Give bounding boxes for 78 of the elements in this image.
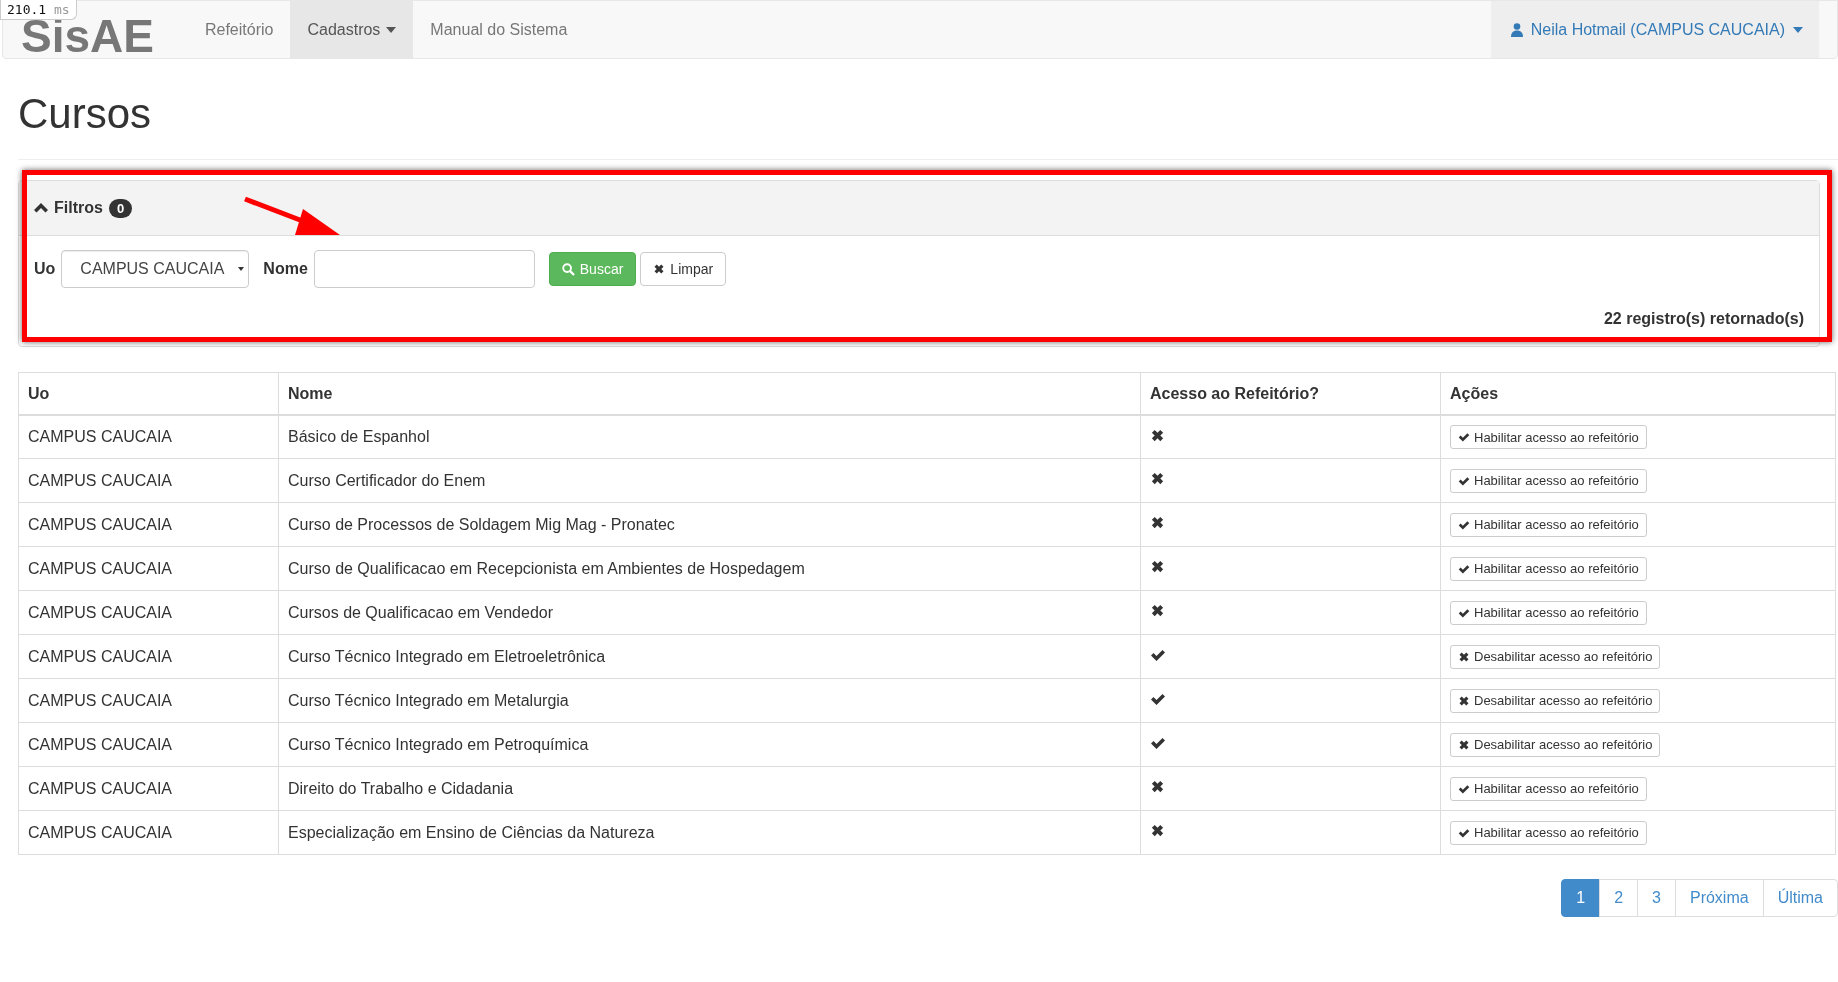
table-cell: CAMPUS CAUCAIA	[18, 634, 279, 679]
table-cell: CAMPUS CAUCAIA	[18, 678, 279, 723]
chevron-up-icon[interactable]	[34, 203, 48, 214]
nav-item[interactable]: Cadastros	[290, 1, 414, 58]
close-icon	[653, 263, 666, 276]
table-cell: Curso Técnico Integrado em Petroquímica	[278, 722, 1141, 767]
user-menu[interactable]: Neila Hotmail (CAMPUS CAUCAIA)	[1490, 1, 1819, 58]
toggle-access-button[interactable]: Desabilitar acesso ao refeitório	[1450, 688, 1661, 713]
toggle-access-button[interactable]: Habilitar acesso ao refeitório	[1450, 820, 1647, 845]
toggle-access-button[interactable]: Habilitar acesso ao refeitório	[1450, 556, 1647, 581]
close-icon	[1458, 738, 1470, 751]
uo-label: Uo	[34, 260, 56, 279]
nav-item[interactable]: Refeitório	[187, 1, 291, 58]
caret-icon	[386, 26, 397, 33]
close-icon	[1150, 515, 1165, 531]
table-cell: Curso Técnico Integrado em Metalurgia	[278, 678, 1141, 723]
table-cell: CAMPUS CAUCAIA	[18, 546, 279, 591]
check-icon	[1458, 474, 1470, 487]
toggle-access-button[interactable]: Desabilitar acesso ao refeitório	[1450, 732, 1661, 757]
table-cell: Especialização em Ensino de Ciências da Natureza	[278, 810, 1141, 855]
caret-icon	[238, 267, 245, 272]
check-icon	[1458, 826, 1470, 839]
column-header: Uo	[18, 372, 279, 415]
nav-item[interactable]: Manual do Sistema	[413, 1, 585, 58]
page-link[interactable]: Última	[1762, 879, 1838, 918]
page-link[interactable]: 3	[1637, 879, 1676, 918]
toggle-access-button[interactable]: Habilitar acesso ao refeitório	[1450, 600, 1647, 625]
filter-count-badge: 0	[108, 198, 133, 218]
page-link[interactable]: Próxima	[1674, 879, 1764, 918]
table-cell: Curso de Qualificacao em Recepcionista em Ambientes de Hospedagem	[278, 546, 1141, 591]
check-icon	[1458, 606, 1470, 619]
toggle-access-button[interactable]: Habilitar acesso ao refeitório	[1450, 512, 1647, 537]
search-icon	[561, 262, 575, 276]
column-header: Acesso ao Refeitório?	[1140, 372, 1441, 415]
clear-button[interactable]: Limpar	[640, 252, 727, 287]
column-header: Ações	[1440, 372, 1836, 415]
close-icon	[1150, 779, 1165, 795]
result-count: 22 registro(s) retornado(s)	[1603, 310, 1804, 329]
table-cell: Cursos de Qualificacao em Vendedor	[278, 590, 1141, 635]
page-link[interactable]: 1	[1561, 879, 1601, 918]
toggle-access-button[interactable]: Habilitar acesso ao refeitório	[1450, 776, 1647, 801]
timing-badge: 210.1 ms	[0, 0, 77, 20]
nome-input-field[interactable]	[313, 250, 535, 289]
check-icon	[1458, 782, 1470, 795]
close-icon	[1150, 603, 1165, 619]
table-cell: CAMPUS CAUCAIA	[18, 458, 279, 503]
table-cell: Curso Técnico Integrado em Eletroeletrônica	[278, 634, 1141, 679]
table-cell: Básico de Espanhol	[278, 414, 1141, 459]
brand-logo[interactable]: SisAE	[21, 18, 154, 54]
table-cell: CAMPUS CAUCAIA	[18, 590, 279, 635]
filter-title[interactable]: Filtros	[54, 199, 103, 218]
toggle-access-button[interactable]: Habilitar acesso ao refeitório	[1450, 468, 1647, 493]
check-icon	[1458, 431, 1470, 444]
close-icon	[1150, 427, 1165, 443]
toggle-access-button[interactable]: Habilitar acesso ao refeitório	[1450, 425, 1647, 450]
close-icon	[1150, 471, 1165, 487]
close-icon	[1150, 823, 1165, 839]
close-icon	[1150, 559, 1165, 575]
page-title: Cursos	[18, 89, 1838, 161]
close-icon	[1458, 650, 1470, 663]
table-cell: CAMPUS CAUCAIA	[18, 766, 279, 811]
toggle-access-button[interactable]: Desabilitar acesso ao refeitório	[1450, 644, 1661, 669]
table-cell: Curso de Processos de Soldagem Mig Mag - Pronatec	[278, 502, 1141, 547]
caret-icon	[1793, 26, 1803, 33]
table-cell: CAMPUS CAUCAIA	[18, 810, 279, 855]
table-cell: CAMPUS CAUCAIA	[18, 722, 279, 767]
close-icon	[1458, 694, 1470, 707]
user-icon	[1510, 22, 1523, 37]
uo-select[interactable]: CAMPUS CAUCAIA	[61, 250, 250, 289]
check-icon	[1458, 562, 1470, 575]
column-header: Nome	[278, 372, 1141, 415]
table-cell: CAMPUS CAUCAIA	[18, 502, 279, 547]
check-icon	[1458, 518, 1470, 531]
table-cell: Curso Certificador do Enem	[278, 458, 1141, 503]
nome-label: Nome	[263, 260, 308, 279]
table-cell: CAMPUS CAUCAIA	[18, 414, 279, 459]
page-link[interactable]: 2	[1599, 879, 1639, 918]
table-cell: Direito do Trabalho e Cidadania	[278, 766, 1141, 811]
